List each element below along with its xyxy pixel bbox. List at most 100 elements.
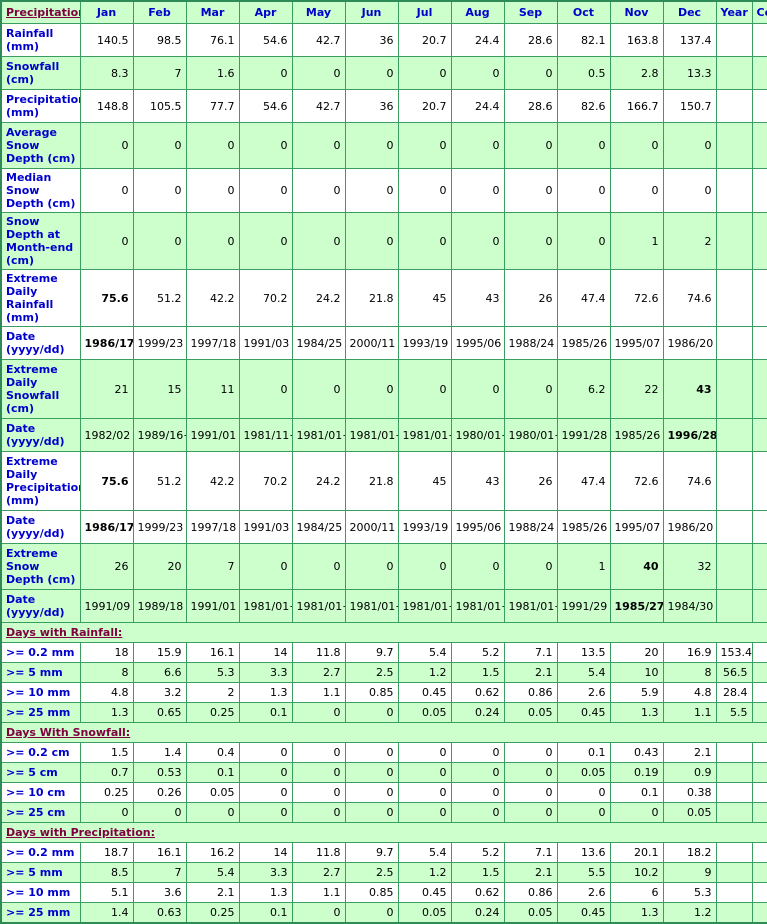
row-label-days-with-precipitation-5-mm: >= 5 mm [0,862,81,883]
cell-extreme-daily-rainfall-mm-dec: 74.6 [662,269,717,327]
cell-days-with-rainfall-0-2-mm-aug: 5.2 [450,642,505,663]
column-header-feb: Feb [132,0,187,24]
column-header-may: May [291,0,346,24]
cell-date-yyyy-dd-sep: 1988/24 [503,326,558,360]
cell-days-with-precipitation-0-2-mm-jul: 5.4 [397,842,452,863]
table-row: Date (yyyy/dd)1982/021989/16+1991/011981… [0,418,767,452]
cell-days-with-rainfall-5-mm-oct: 5.4 [556,662,611,683]
cell-extreme-daily-precipitation-mm-apr: 70.2 [238,451,293,511]
cell-precipitation-mm-jul: 20.7 [397,89,452,123]
cell-days-with-precipitation-25-mm-jul: 0.05 [397,902,452,924]
table-body: Precipitation:JanFebMarAprMayJunJulAugSe… [0,0,767,924]
table-row: Median Snow Depth (cm)000000000000C [0,168,767,213]
column-header-oct: Oct [556,0,611,24]
cell-days-with-rainfall-0-2-mm-year: 153.4 [715,642,753,663]
cell-days-with-snowfall-0-2-cm-jul: 0 [397,742,452,763]
cell-days-with-precipitation-0-2-mm-feb: 16.1 [132,842,187,863]
cell-snow-depth-at-month-end-cm-jul: 0 [397,212,452,270]
cell-days-with-precipitation-5-mm-jan: 8.5 [79,862,134,883]
cell-extreme-daily-precipitation-mm-oct: 47.4 [556,451,611,511]
cell-extreme-daily-snowfall-cm-sep: 0 [503,359,558,419]
cell-extreme-daily-rainfall-mm-year [715,269,753,327]
cell-extreme-snow-depth-cm-aug: 0 [450,543,505,590]
cell-days-with-precipitation-5-mm-feb: 7 [132,862,187,883]
cell-median-snow-depth-cm-aug: 0 [450,168,505,213]
cell-days-with-snowfall-0-2-cm-may: 0 [291,742,346,763]
cell-days-with-precipitation-10-mm-mar: 2.1 [185,882,240,903]
cell-date-yyyy-dd-apr: 1991/03 [238,326,293,360]
table-row: Precipitation (mm) 148.8 105.5 77.7 54.6 42.7… [0,89,767,123]
table-row: >= 0.2 mm 18.7 16.1 16.2 14 11.8 9.7 5.4 5.2 7.1 1… [0,842,767,863]
cell-days-with-snowfall-25-cm-jun: 0 [344,802,399,823]
section-title-days-with-precipitation: Days with Precipitation: [0,822,767,843]
cell-days-with-snowfall-0-2-cm-aug: 0 [450,742,505,763]
cell-date-yyyy-dd-nov: 1995/07 [609,510,664,544]
cell-extreme-daily-precipitation-mm-aug: 43 [450,451,505,511]
cell-days-with-snowfall-10-cm-oct: 0 [556,782,611,803]
cell-median-snow-depth-cm-jun: 0 [344,168,399,213]
cell-date-yyyy-dd-sep: 1988/24 [503,510,558,544]
cell-precipitation-mm-mar: 77.7 [185,89,240,123]
cell-average-snow-depth-cm-code: C [751,122,767,169]
cell-precipitation-mm-feb: 105.5 [132,89,187,123]
cell-days-with-snowfall-10-cm-nov: 0.1 [609,782,664,803]
table-row: >= 10 mm 4.8 3.2 2 1.3 1.1 0.85 0.45 0.62 0.86 2.6… [0,682,767,703]
cell-days-with-precipitation-0-2-mm-mar: 16.2 [185,842,240,863]
table-row: >= 25 mm 1.3 0.65 0.25 0.1 0 0 0.05 0.24 0.05 0.45… [0,702,767,723]
cell-extreme-daily-rainfall-mm-jan: 75.6 [79,269,134,327]
cell-days-with-snowfall-10-cm-sep: 0 [503,782,558,803]
cell-date-yyyy-dd-jul: 1993/19 [397,510,452,544]
cell-date-yyyy-dd-aug: 1995/06 [450,510,505,544]
cell-extreme-snow-depth-cm-oct: 1 [556,543,611,590]
row-label-days-with-rainfall-0-2-mm: >= 0.2 mm [0,642,81,663]
cell-days-with-rainfall-0-2-mm-feb: 15.9 [132,642,187,663]
cell-days-with-precipitation-25-mm-sep: 0.05 [503,902,558,924]
cell-days-with-precipitation-5-mm-nov: 10.2 [609,862,664,883]
cell-days-with-snowfall-10-cm-dec: 0.38 [662,782,717,803]
cell-date-yyyy-dd-mar: 1991/01 [185,589,240,623]
cell-rainfall-mm-apr: 54.6 [238,23,293,57]
cell-extreme-snow-depth-cm-may: 0 [291,543,346,590]
cell-extreme-daily-precipitation-mm-dec: 74.6 [662,451,717,511]
cell-days-with-rainfall-25-mm-code: C [751,702,767,723]
cell-precipitation-mm-dec: 150.7 [662,89,717,123]
cell-date-yyyy-dd-feb: 1989/18 [132,589,187,623]
cell-days-with-rainfall-5-mm-dec: 8 [662,662,717,683]
cell-date-yyyy-dd-dec: 1986/20 [662,510,717,544]
cell-date-yyyy-dd-aug: 1981/01+ [450,589,505,623]
cell-snowfall-cm-aug: 0 [450,56,505,90]
cell-snow-depth-at-month-end-cm-year [715,212,753,270]
cell-extreme-daily-rainfall-mm-apr: 70.2 [238,269,293,327]
cell-rainfall-mm-jan: 140.5 [79,23,134,57]
cell-snow-depth-at-month-end-cm-nov: 1 [609,212,664,270]
cell-days-with-rainfall-10-mm-apr: 1.3 [238,682,293,703]
cell-extreme-daily-rainfall-mm-feb: 51.2 [132,269,187,327]
cell-date-yyyy-dd-feb: 1989/16+ [132,418,187,452]
cell-days-with-precipitation-10-mm-dec: 5.3 [662,882,717,903]
cell-days-with-precipitation-10-mm-jan: 5.1 [79,882,134,903]
table-row: >= 10 mm 5.1 3.6 2.1 1.3 1.1 0.85 0.45 0.62 0.86 2… [0,882,767,903]
cell-median-snow-depth-cm-apr: 0 [238,168,293,213]
cell-days-with-precipitation-5-mm-mar: 5.4 [185,862,240,883]
cell-date-yyyy-dd-jul: 1981/01+ [397,418,452,452]
cell-snow-depth-at-month-end-cm-apr: 0 [238,212,293,270]
cell-rainfall-mm-dec: 137.4 [662,23,717,57]
cell-date-yyyy-dd-jun: 2000/11 [344,510,399,544]
cell-days-with-snowfall-10-cm-jun: 0 [344,782,399,803]
cell-snowfall-cm-code: C [751,56,767,90]
row-label-date-yyyy-dd-13: Date (yyyy/dd) [0,589,81,623]
cell-extreme-daily-rainfall-mm-sep: 26 [503,269,558,327]
cell-date-yyyy-dd-jan: 1991/09 [79,589,134,623]
cell-date-yyyy-dd-jul: 1981/01+ [397,589,452,623]
cell-snow-depth-at-month-end-cm-code: C [751,212,767,270]
cell-date-yyyy-dd-oct: 1985/26 [556,510,611,544]
cell-days-with-snowfall-25-cm-jan: 0 [79,802,134,823]
cell-median-snow-depth-cm-may: 0 [291,168,346,213]
cell-average-snow-depth-cm-nov: 0 [609,122,664,169]
table-row: Date (yyyy/dd) 1986/17 1999/23 1997/18 1991/… [0,510,767,544]
cell-days-with-precipitation-25-mm-year [715,902,753,924]
cell-days-with-precipitation-0-2-mm-jun: 9.7 [344,842,399,863]
cell-date-yyyy-dd-jun: 1981/01+ [344,418,399,452]
cell-median-snow-depth-cm-sep: 0 [503,168,558,213]
cell-average-snow-depth-cm-mar: 0 [185,122,240,169]
